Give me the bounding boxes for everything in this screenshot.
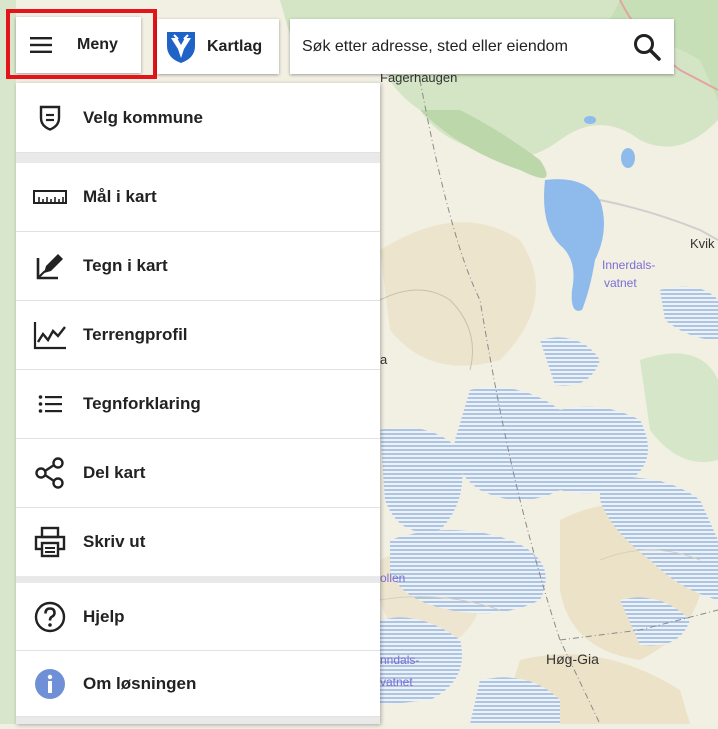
menu-item-skriv-ut[interactable]: Skriv ut <box>16 508 380 576</box>
map-label-inndalsvatnet-line1: nndals- <box>380 653 420 667</box>
map-label-hog-gia: Høg-Gia <box>546 651 599 667</box>
help-icon <box>32 599 68 635</box>
menu-item-label: Hjelp <box>83 606 125 626</box>
printer-icon <box>32 524 68 560</box>
menu-item-hjelp[interactable]: Hjelp <box>16 583 380 651</box>
menu-item-tegnforklaring[interactable]: Tegnforklaring <box>16 370 380 439</box>
map-label-innerdalsvatnet-line2: vatnet <box>604 276 637 290</box>
search-box[interactable] <box>290 19 674 74</box>
map-label-kvik: Kvik <box>690 236 715 251</box>
map-label-a: a <box>380 352 388 367</box>
search-icon[interactable] <box>632 32 662 62</box>
map-label-inndalsvatnet-line2: vatnet <box>380 675 413 689</box>
menu-item-terrengprofil[interactable]: Terrengprofil <box>16 301 380 370</box>
menu-button-label: Meny <box>77 36 118 53</box>
draw-icon <box>32 248 68 284</box>
menu-item-label: Terrengprofil <box>83 325 188 344</box>
menu-item-om-losningen[interactable]: Om løsningen <box>16 651 380 717</box>
menu-item-del-kart[interactable]: Del kart <box>16 439 380 508</box>
menu-item-label: Tegn i kart <box>83 256 168 275</box>
hamburger-icon <box>30 37 52 53</box>
profile-chart-icon <box>32 317 68 353</box>
map-label-ollen: ollen <box>380 571 406 585</box>
menu-item-tegn-i-kart[interactable]: Tegn i kart <box>16 232 380 301</box>
search-input[interactable] <box>300 36 624 57</box>
layers-button[interactable]: Kartlag <box>157 19 279 74</box>
menu-item-label: Del kart <box>83 463 146 482</box>
menu-item-label: Tegnforklaring <box>83 394 201 413</box>
menu-panel: Velg kommune Mål i kart Tegn i kart Terr… <box>16 83 380 724</box>
map-label-innerdalsvatnet-line1: Innerdals- <box>602 258 656 272</box>
municipality-crest-icon <box>165 30 197 64</box>
menu-item-velg-kommune[interactable]: Velg kommune <box>16 83 380 153</box>
ruler-icon <box>32 179 68 215</box>
menu-item-label: Skriv ut <box>83 532 146 551</box>
share-icon <box>32 455 68 491</box>
menu-item-mal-i-kart[interactable]: Mål i kart <box>16 163 380 232</box>
menu-button[interactable]: Meny <box>16 17 141 73</box>
menu-item-label: Mål i kart <box>83 187 157 206</box>
menu-item-label: Om løsningen <box>83 673 197 693</box>
menu-item-label: Velg kommune <box>83 107 203 127</box>
info-icon <box>32 666 68 702</box>
layers-button-label: Kartlag <box>207 37 263 55</box>
list-icon <box>32 386 68 422</box>
shield-icon <box>32 100 68 136</box>
